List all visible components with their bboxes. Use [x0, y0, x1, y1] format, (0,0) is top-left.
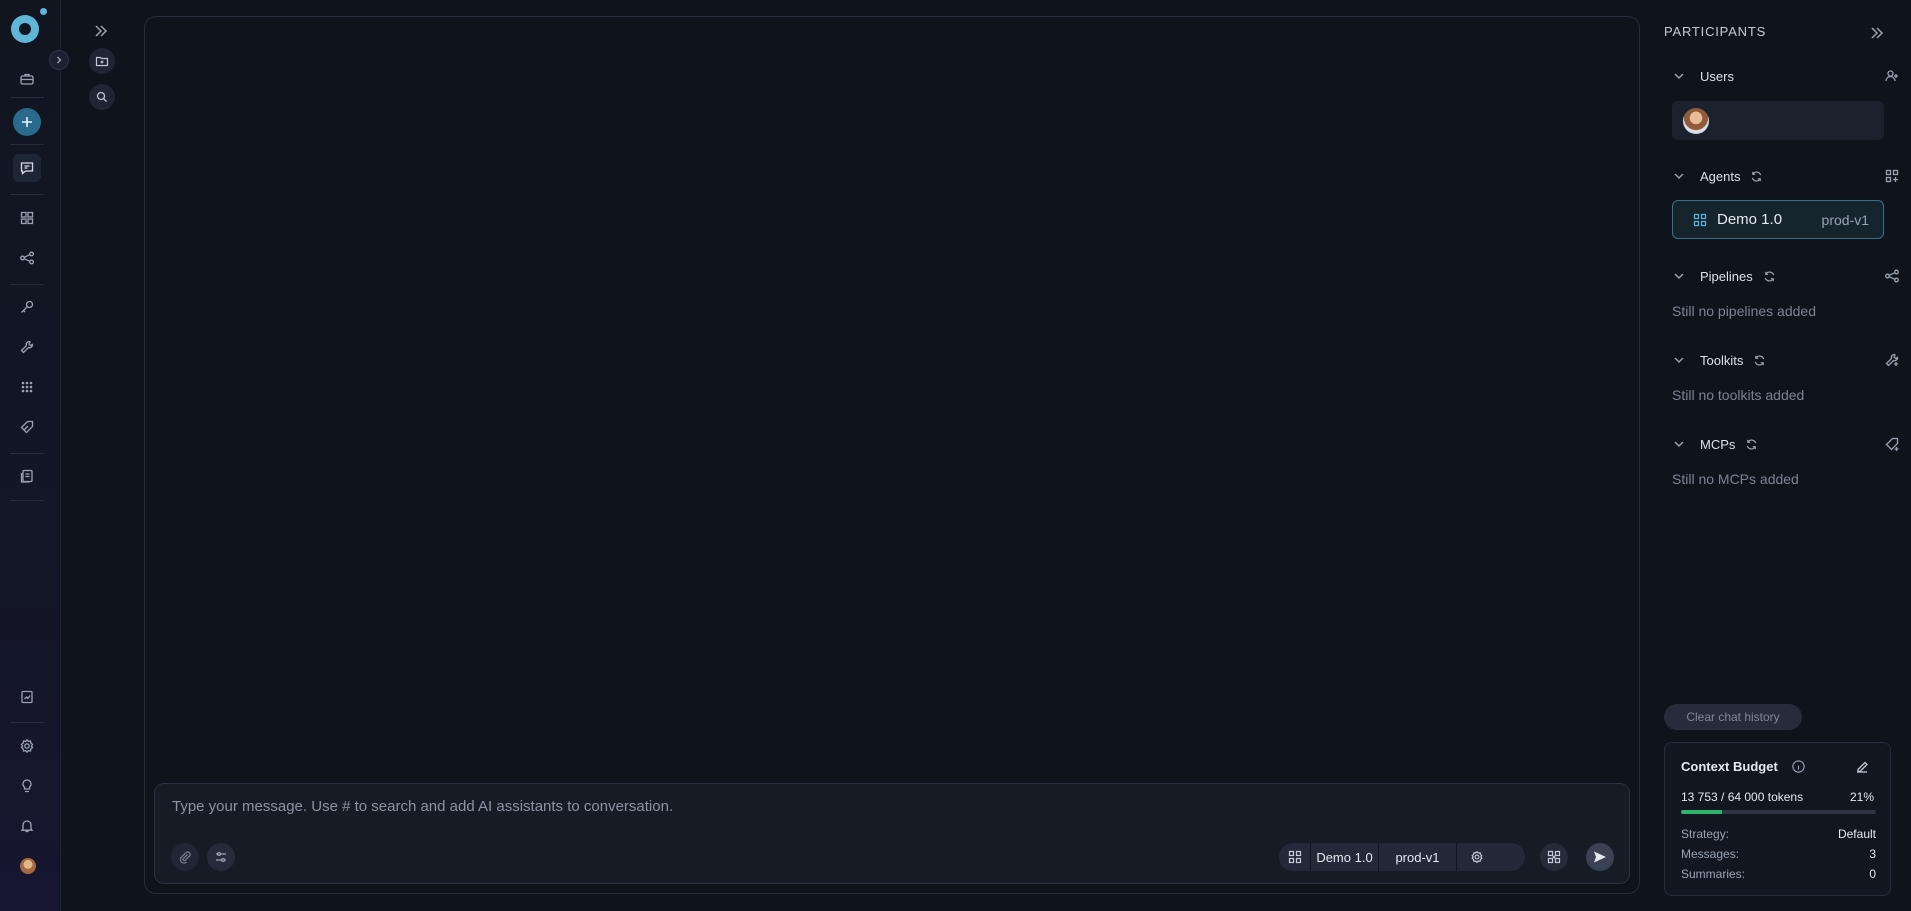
strategy-row: Strategy: Default: [1681, 827, 1876, 841]
selected-agent-pill[interactable]: Demo 1.0 prod-v1: [1279, 843, 1525, 871]
chat-icon[interactable]: [13, 154, 41, 182]
mcps-empty-text: Still no MCPs added: [1672, 471, 1799, 487]
apps-grid-icon[interactable]: [13, 204, 41, 232]
section-label: Agents: [1700, 168, 1741, 184]
dots-grid-icon[interactable]: [13, 373, 41, 401]
add-agent-icon[interactable]: [1884, 168, 1900, 184]
section-agents[interactable]: Agents: [1672, 166, 1900, 186]
add-pipeline-icon[interactable]: [1884, 268, 1900, 284]
rail-divider: [10, 97, 44, 98]
chat-panel: [144, 16, 1640, 894]
chevron-down-icon[interactable]: [1672, 437, 1686, 451]
toolkits-empty-text: Still no toolkits added: [1672, 387, 1805, 403]
token-usage: 13 753 / 64 000 tokens: [1681, 790, 1804, 804]
user-avatar-icon[interactable]: [20, 858, 36, 874]
key-icon[interactable]: [13, 293, 41, 321]
chevron-down-icon[interactable]: [1672, 269, 1686, 283]
add-user-icon[interactable]: [1884, 68, 1900, 84]
settings-sliders-button[interactable]: [207, 843, 235, 871]
pipelines-empty-text: Still no pipelines added: [1672, 303, 1816, 319]
send-button[interactable]: [1586, 843, 1614, 871]
agent-grid-icon: [1279, 843, 1311, 871]
context-budget-title: Context Budget: [1681, 759, 1778, 774]
rail-divider: [10, 722, 44, 723]
section-label: Toolkits: [1700, 352, 1744, 368]
section-users[interactable]: Users: [1672, 66, 1900, 86]
messages-row: Messages: 3: [1681, 847, 1876, 861]
chevron-down-icon[interactable]: [1672, 353, 1686, 367]
report-icon[interactable]: [13, 683, 41, 711]
token-percent: 21%: [1849, 790, 1874, 804]
section-label: Pipelines: [1700, 268, 1753, 284]
rail-divider: [10, 453, 44, 454]
app-logo-icon[interactable]: [11, 15, 39, 43]
chevron-down-icon[interactable]: [1672, 169, 1686, 183]
bell-icon[interactable]: [13, 812, 41, 840]
summaries-row: Summaries: 0: [1681, 867, 1876, 881]
search-button[interactable]: [89, 84, 115, 110]
add-toolkit-icon[interactable]: [1884, 352, 1900, 368]
agent-name[interactable]: Demo 1.0: [1311, 843, 1379, 871]
avatar[interactable]: [1683, 108, 1709, 134]
agent-card[interactable]: Demo 1.0 prod-v1: [1672, 200, 1884, 239]
strategy-label: Strategy:: [1681, 827, 1730, 841]
agent-version[interactable]: prod-v1: [1379, 843, 1457, 871]
users-list: [1672, 101, 1884, 140]
new-chat-button[interactable]: [13, 108, 41, 136]
participants-title: PARTICIPANTS: [1664, 24, 1767, 39]
clear-chat-history-button[interactable]: Clear chat history: [1664, 704, 1802, 730]
token-progress-fill: [1681, 810, 1722, 814]
expand-sidebar-icon[interactable]: [92, 22, 110, 40]
agent-card-version: prod-v1: [1821, 211, 1869, 228]
participants-panel: PARTICIPANTS Users Agents Demo 1.0 prod-…: [1652, 0, 1911, 911]
conversation-sidebar-collapsed: [61, 0, 144, 911]
tag-icon[interactable]: [13, 413, 41, 441]
strategy-value: Default: [1837, 827, 1876, 841]
collapse-panel-icon[interactable]: [1868, 24, 1886, 42]
rail-divider: [10, 144, 44, 145]
rail-divider: [10, 284, 44, 285]
new-folder-button[interactable]: [89, 48, 115, 74]
rail-divider: [10, 500, 44, 501]
agent-settings-icon[interactable]: [1457, 843, 1497, 871]
chevron-down-icon[interactable]: [1672, 69, 1686, 83]
summaries-label: Summaries:: [1681, 867, 1746, 881]
section-pipelines[interactable]: Pipelines: [1672, 266, 1900, 286]
documents-icon[interactable]: [13, 462, 41, 490]
refresh-icon[interactable]: [1763, 270, 1776, 283]
messages-value: 3: [1869, 847, 1876, 861]
edit-icon[interactable]: [1854, 759, 1870, 775]
agent-picker-button[interactable]: [1540, 843, 1568, 871]
section-mcps[interactable]: MCPs: [1672, 434, 1900, 454]
refresh-icon[interactable]: [1753, 354, 1766, 367]
lightbulb-icon[interactable]: [13, 772, 41, 800]
refresh-icon[interactable]: [1745, 438, 1758, 451]
messages-label: Messages:: [1681, 847, 1740, 861]
agent-grid-icon: [1693, 213, 1707, 227]
app-root: Type your message. Use # to search and a…: [0, 0, 1911, 911]
expand-rail-button[interactable]: [49, 50, 69, 70]
rail-divider: [10, 194, 44, 195]
pipelines-icon[interactable]: [13, 244, 41, 272]
section-label: MCPs: [1700, 436, 1736, 452]
agent-card-name: Demo 1.0: [1717, 211, 1783, 228]
briefcase-icon[interactable]: [13, 65, 41, 93]
context-budget-card: Context Budget 13 753 / 64 000 tokens 21…: [1664, 742, 1891, 896]
notification-dot: [40, 8, 47, 15]
add-mcp-icon[interactable]: [1884, 436, 1900, 452]
wrench-icon[interactable]: [13, 333, 41, 361]
info-icon[interactable]: [1791, 759, 1806, 774]
section-toolkits[interactable]: Toolkits: [1672, 350, 1900, 370]
summaries-value: 0: [1869, 867, 1876, 881]
section-label: Users: [1700, 68, 1734, 84]
attach-button[interactable]: [171, 843, 199, 871]
message-composer[interactable]: Type your message. Use # to search and a…: [154, 783, 1630, 884]
left-rail: [0, 0, 61, 911]
refresh-icon[interactable]: [1750, 170, 1763, 183]
token-progress-bar: [1681, 810, 1876, 814]
settings-icon[interactable]: [13, 732, 41, 760]
message-input[interactable]: Type your message. Use # to search and a…: [172, 798, 1072, 815]
